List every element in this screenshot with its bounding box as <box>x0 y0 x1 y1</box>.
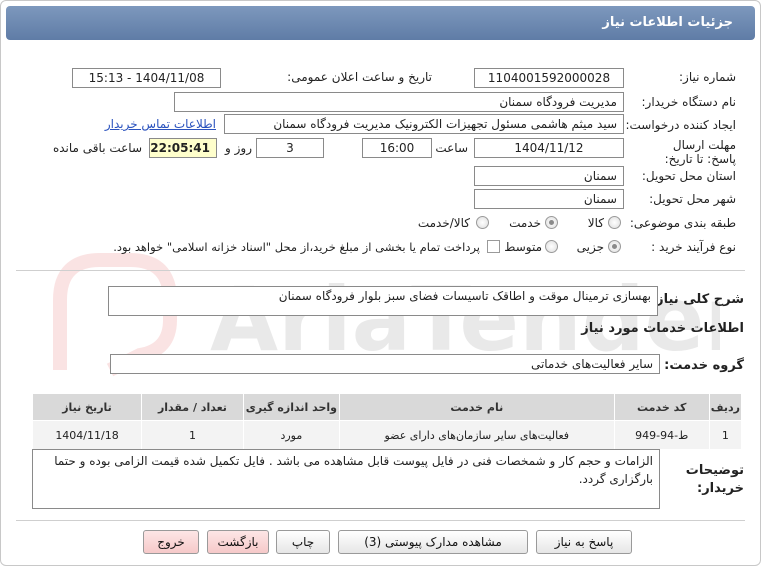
col-name: نام خدمت <box>338 393 615 421</box>
buyer-org-field: مدیریت فرودگاه سمنان <box>174 92 624 112</box>
province-field: سمنان <box>474 166 624 186</box>
remaining-label: ساعت باقی مانده <box>52 141 142 155</box>
buyer-notes-textarea: الزامات و حجم کار و شمخصات فنی در فایل پ… <box>32 449 660 509</box>
days-label: روز و <box>225 141 252 155</box>
cell-qty: 1 <box>141 420 244 450</box>
col-date: تاریخ نیاز <box>31 393 143 421</box>
remaining-time-field: 22:05:41 <box>149 138 217 158</box>
process-radio-medium[interactable] <box>545 240 558 253</box>
services-section-title: اطلاعات خدمات مورد نیاز <box>581 321 744 336</box>
table-row: 1 ط-94-949 فعالیت‌های سایر سازمان‌های دا… <box>31 420 743 450</box>
table-header-row: ردیف کد خدمت نام خدمت واحد اندازه گیری ت… <box>31 393 743 421</box>
col-code: کد خدمت <box>613 393 710 421</box>
buyer-org-label: نام دستگاه خریدار: <box>641 95 737 109</box>
cell-date: 1404/11/18 <box>31 420 143 450</box>
treasury-payment-text: پرداخت تمام یا بخشی از مبلغ خرید،از محل … <box>113 240 480 254</box>
days-field: 3 <box>256 138 324 158</box>
buyer-notes-label: توضیحات خریدار: <box>685 463 744 496</box>
buyer-notes-text: الزامات و حجم کار و شمخصات فنی در فایل پ… <box>54 454 653 486</box>
summary-textarea: بهسازی ترمینال موقت و اطاقک تاسیسات فضای… <box>108 286 658 316</box>
back-button[interactable]: بازگشت <box>207 530 269 554</box>
buyer-contact-link[interactable]: اطلاعات تماس خریدار <box>90 117 216 131</box>
announce-date-field: 1404/11/08 - 15:13 <box>72 68 221 88</box>
services-table: ردیف کد خدمت نام خدمت واحد اندازه گیری ت… <box>31 393 743 450</box>
print-button[interactable]: چاپ <box>276 530 330 554</box>
category-radio-goods[interactable] <box>608 216 621 229</box>
page-title-bar: جزئیات اطلاعات نیاز <box>6 6 755 40</box>
col-index: ردیف <box>708 393 743 421</box>
deadline-date-field: 1404/11/12 <box>474 138 624 158</box>
page-title: جزئیات اطلاعات نیاز <box>602 15 733 30</box>
col-qty: تعداد / مقدار <box>141 393 244 421</box>
need-number-label: شماره نیاز: <box>679 70 736 84</box>
category-label: طبقه بندی موضوعی: <box>629 216 736 230</box>
reply-button[interactable]: پاسخ به نیاز <box>536 530 632 554</box>
process-label: نوع فرآیند خرید : <box>651 240 736 254</box>
view-attachments-button[interactable]: مشاهده مدارک پیوستی (3) <box>338 530 528 554</box>
summary-text: بهسازی ترمینال موقت و اطاقک تاسیسات فضای… <box>278 289 651 303</box>
cell-name: فعالیت‌های سایر سازمان‌های دارای عضو <box>338 420 615 450</box>
services-table-wrap: ردیف کد خدمت نام خدمت واحد اندازه گیری ت… <box>31 393 743 450</box>
service-group-field: سایر فعالیت‌های خدماتی <box>110 354 660 374</box>
col-unit: واحد اندازه گیری <box>242 393 340 421</box>
category-option-goods-service: کالا/خدمت <box>417 216 470 230</box>
process-option-minor: جزیی <box>576 240 604 254</box>
time-label: ساعت <box>435 141 468 155</box>
announce-date-label: تاریخ و ساعت اعلان عمومی: <box>287 70 432 84</box>
category-option-goods: کالا <box>587 216 604 230</box>
cell-index: 1 <box>708 420 743 450</box>
process-radio-minor[interactable] <box>608 240 621 253</box>
deadline-time-field: 16:00 <box>362 138 432 158</box>
section-divider <box>16 270 745 271</box>
treasury-payment-checkbox[interactable] <box>487 240 500 253</box>
service-group-label: گروه خدمت: <box>664 358 744 373</box>
category-option-service: خدمت <box>509 216 541 230</box>
footer-divider <box>16 520 745 521</box>
summary-label: شرح کلی نیاز: <box>650 292 744 307</box>
creator-label: ایجاد کننده درخواست: <box>625 118 736 132</box>
exit-button[interactable]: خروج <box>143 530 199 554</box>
category-radio-goods-service[interactable] <box>476 216 489 229</box>
category-radio-service[interactable] <box>545 216 558 229</box>
city-field: سمنان <box>474 189 624 209</box>
creator-field: سید میثم هاشمی مسئول تجهیزات الکترونیک م… <box>224 114 624 134</box>
cell-unit: مورد <box>242 420 340 450</box>
need-number-field: 1104001592000028 <box>474 68 624 88</box>
deadline-label: مهلت ارسال پاسخ: تا تاریخ: <box>664 138 736 166</box>
province-label: استان محل تحویل: <box>641 169 736 183</box>
cell-code: ط-94-949 <box>613 420 710 450</box>
city-label: شهر محل تحویل: <box>649 192 736 206</box>
